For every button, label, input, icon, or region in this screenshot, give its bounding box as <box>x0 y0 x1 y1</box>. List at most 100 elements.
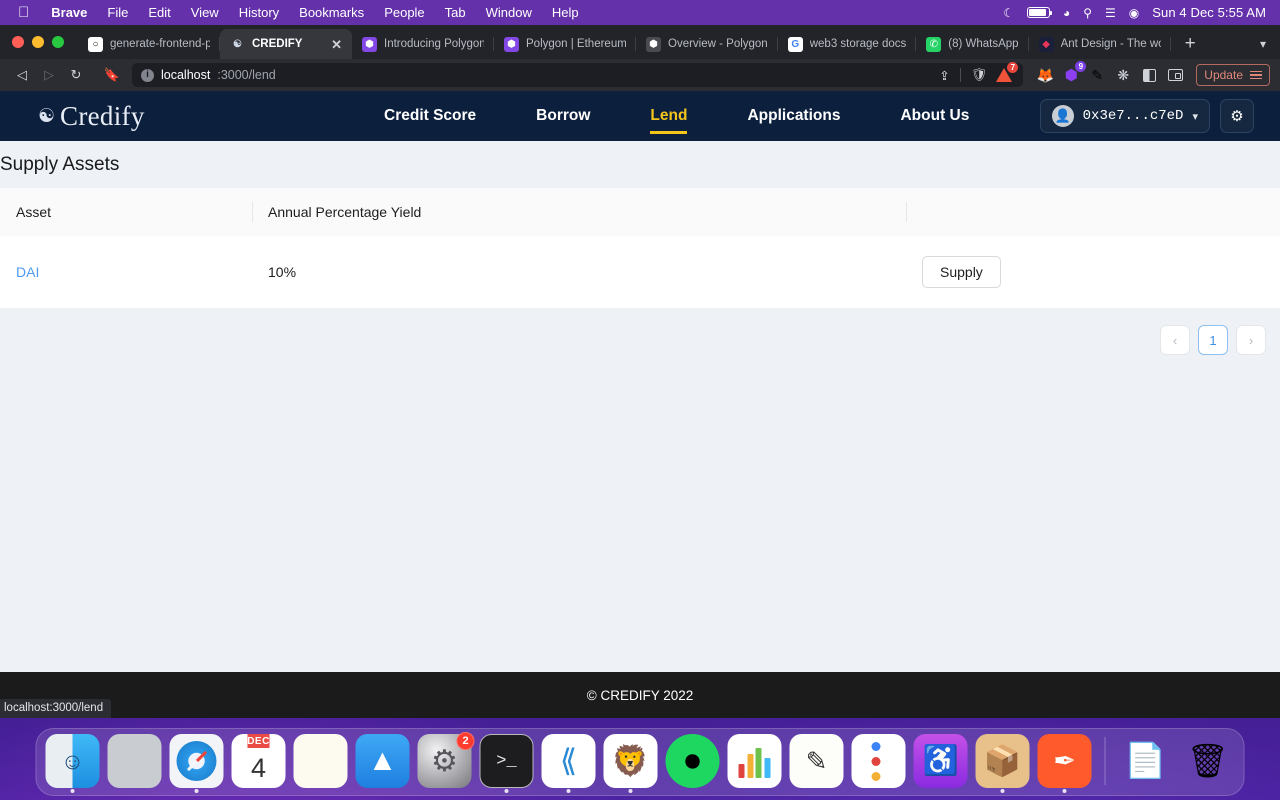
dock-item-app-store[interactable]: ▲ <box>355 734 410 788</box>
browser-tab-active[interactable]: ☯ CREDIFY ✕ <box>220 29 352 59</box>
wifi-icon[interactable]: ◕ <box>1063 6 1070 20</box>
tab-title: Polygon | Ethereum's <box>526 38 626 50</box>
column-header-apy[interactable]: Annual Percentage Yield <box>252 188 906 236</box>
numbers-icon <box>727 734 782 788</box>
finder-icon: ☺ <box>45 734 100 788</box>
dock-item-numbers[interactable] <box>727 734 782 788</box>
nav-link-applications[interactable]: Applications <box>717 91 870 141</box>
column-header-action <box>906 188 1280 236</box>
maximize-window-button[interactable] <box>52 36 64 48</box>
share-icon[interactable]: ⇪ <box>939 68 949 83</box>
brave-shield-icon[interactable]: 🛡 <box>971 67 988 83</box>
minimize-window-button[interactable] <box>32 36 44 48</box>
control-center-icon[interactable]: ☰ <box>1105 6 1116 20</box>
credify-logo[interactable]: ☯ Credify <box>24 102 354 130</box>
browser-tab[interactable]: ⬢ Introducing Polygon <box>352 29 494 59</box>
close-window-button[interactable] <box>12 36 24 48</box>
browser-tab[interactable]: ○ generate-frontend-p <box>78 29 220 59</box>
pagination-prev-button[interactable]: ‹ <box>1160 325 1190 355</box>
dock-item-system-preferences[interactable]: ⚙ 2 <box>417 732 475 788</box>
nav-link-credit-score[interactable]: Credit Score <box>354 91 506 141</box>
menu-item-history[interactable]: History <box>229 5 289 20</box>
address-bar[interactable]: i localhost:3000/lend ⇪ 🛡 7 <box>132 62 1024 87</box>
dock-item-trash[interactable]: 🗑 <box>1181 734 1235 788</box>
menu-bar-clock[interactable]: Sun 4 Dec 5:55 AM <box>1152 5 1266 20</box>
macos-menu-bar:  Brave File Edit View History Bookmarks… <box>0 0 1280 25</box>
supply-button[interactable]: Supply <box>922 256 1001 288</box>
dock-item-package[interactable]: 📦 <box>975 734 1030 793</box>
back-arrow-icon[interactable]: ◁ <box>10 63 34 87</box>
pagination-page-1[interactable]: 1 <box>1198 325 1228 355</box>
dock-item-podcasts[interactable]: ♿ <box>913 734 968 788</box>
brave-wallet-icon[interactable] <box>1164 64 1186 86</box>
pen-extension-icon[interactable]: ✎ <box>1086 64 1108 86</box>
wallet-address-button[interactable]: 👤 0x3e7...c7eD ▾ <box>1039 99 1210 133</box>
dock-item-vscode[interactable]: ⟪ <box>541 734 596 793</box>
menu-item-file[interactable]: File <box>97 5 138 20</box>
user-avatar-icon: 👤 <box>1051 105 1074 127</box>
dock-item-reminders[interactable] <box>851 734 906 788</box>
chevron-down-icon[interactable]: ▾ <box>1260 37 1266 51</box>
menu-item-help[interactable]: Help <box>542 5 589 20</box>
nav-link-about-us[interactable]: About Us <box>870 91 999 141</box>
menu-item-brave[interactable]: Brave <box>41 5 97 20</box>
running-indicator <box>194 789 199 793</box>
apple-icon[interactable]:  <box>10 5 41 20</box>
dock-item-finder[interactable]: ☺ <box>45 734 100 793</box>
menu-item-window[interactable]: Window <box>476 5 542 20</box>
nav-link-lend[interactable]: Lend <box>620 91 717 141</box>
cell-action: Supply <box>906 236 1280 309</box>
browser-tab[interactable]: ◆ Ant Design - The wo <box>1029 29 1171 59</box>
dock-item-launchpad[interactable] <box>107 734 162 788</box>
browser-tab[interactable]: ⬢ Polygon | Ethereum's <box>494 29 636 59</box>
dock-item-calendar[interactable]: DEC 4 <box>231 734 286 788</box>
dock-item-notes[interactable] <box>293 734 348 788</box>
reload-icon[interactable]: ↻ <box>64 63 88 87</box>
brave-rewards-icon[interactable]: 7 <box>994 62 1019 85</box>
moon-icon[interactable]: ☾ <box>1003 6 1014 20</box>
dock-item-brave[interactable]: 🦁 <box>603 734 658 793</box>
supply-assets-table: Asset Annual Percentage Yield DAI 10% Su… <box>0 188 1280 309</box>
running-indicator <box>1062 789 1067 793</box>
info-icon[interactable]: i <box>141 68 154 82</box>
menu-item-view[interactable]: View <box>181 5 229 20</box>
battery-icon[interactable] <box>1026 7 1053 18</box>
close-tab-button[interactable]: ✕ <box>331 38 342 51</box>
dock-item-keynote[interactable]: ✎ <box>789 734 844 788</box>
google-icon: G <box>787 36 803 52</box>
menu-item-people[interactable]: People <box>374 5 434 20</box>
sidebar-panel-icon[interactable] <box>1138 64 1160 86</box>
metamask-fox-icon[interactable]: 🦊 <box>1034 64 1056 86</box>
pagination-next-button[interactable]: › <box>1236 325 1266 355</box>
nav-right-group: 👤 0x3e7...c7eD ▾ ⚙ <box>1039 99 1256 133</box>
siri-icon[interactable]: ◉ <box>1129 6 1139 20</box>
browser-tab[interactable]: G web3 storage docs <box>778 29 917 59</box>
menu-item-edit[interactable]: Edit <box>138 5 180 20</box>
dock-item-spotify[interactable]: ⏺ <box>665 734 720 788</box>
running-indicator <box>628 789 633 793</box>
dock-item-safari[interactable] <box>169 734 224 793</box>
menu-item-tab[interactable]: Tab <box>435 5 476 20</box>
forward-arrow-icon[interactable]: ▷ <box>37 63 61 87</box>
asset-link-dai[interactable]: DAI <box>16 264 39 280</box>
bookmark-icon[interactable]: 🔖 <box>99 63 125 87</box>
column-header-asset[interactable]: Asset <box>0 188 252 236</box>
dock-item-terminal[interactable]: >_ <box>479 734 534 793</box>
browser-tab[interactable]: ✆ (8) WhatsApp <box>916 29 1029 59</box>
hamburger-menu-icon[interactable] <box>1250 70 1262 80</box>
gear-icon: ⚙ <box>1230 108 1244 125</box>
new-tab-button[interactable]: + <box>1171 29 1210 59</box>
dock-item-documents[interactable]: 📄 <box>1119 734 1173 788</box>
antdesign-icon: ◆ <box>1038 36 1054 52</box>
search-icon[interactable]: ⚲ <box>1083 6 1092 20</box>
nav-link-borrow[interactable]: Borrow <box>506 91 620 141</box>
podcasts-icon: ♿ <box>913 734 968 788</box>
update-button[interactable]: Update <box>1196 64 1270 86</box>
menu-item-bookmarks[interactable]: Bookmarks <box>289 5 374 20</box>
settings-button[interactable]: ⚙ <box>1220 99 1254 133</box>
puzzle-icon[interactable]: ❋ <box>1112 64 1134 86</box>
cell-asset: DAI <box>0 236 252 309</box>
wallet-extension-icon[interactable]: ⬢ 9 <box>1060 61 1087 86</box>
dock-item-sketch[interactable]: ✒ <box>1037 734 1092 793</box>
browser-tab[interactable]: ⬢ Overview - Polygon <box>636 29 778 59</box>
